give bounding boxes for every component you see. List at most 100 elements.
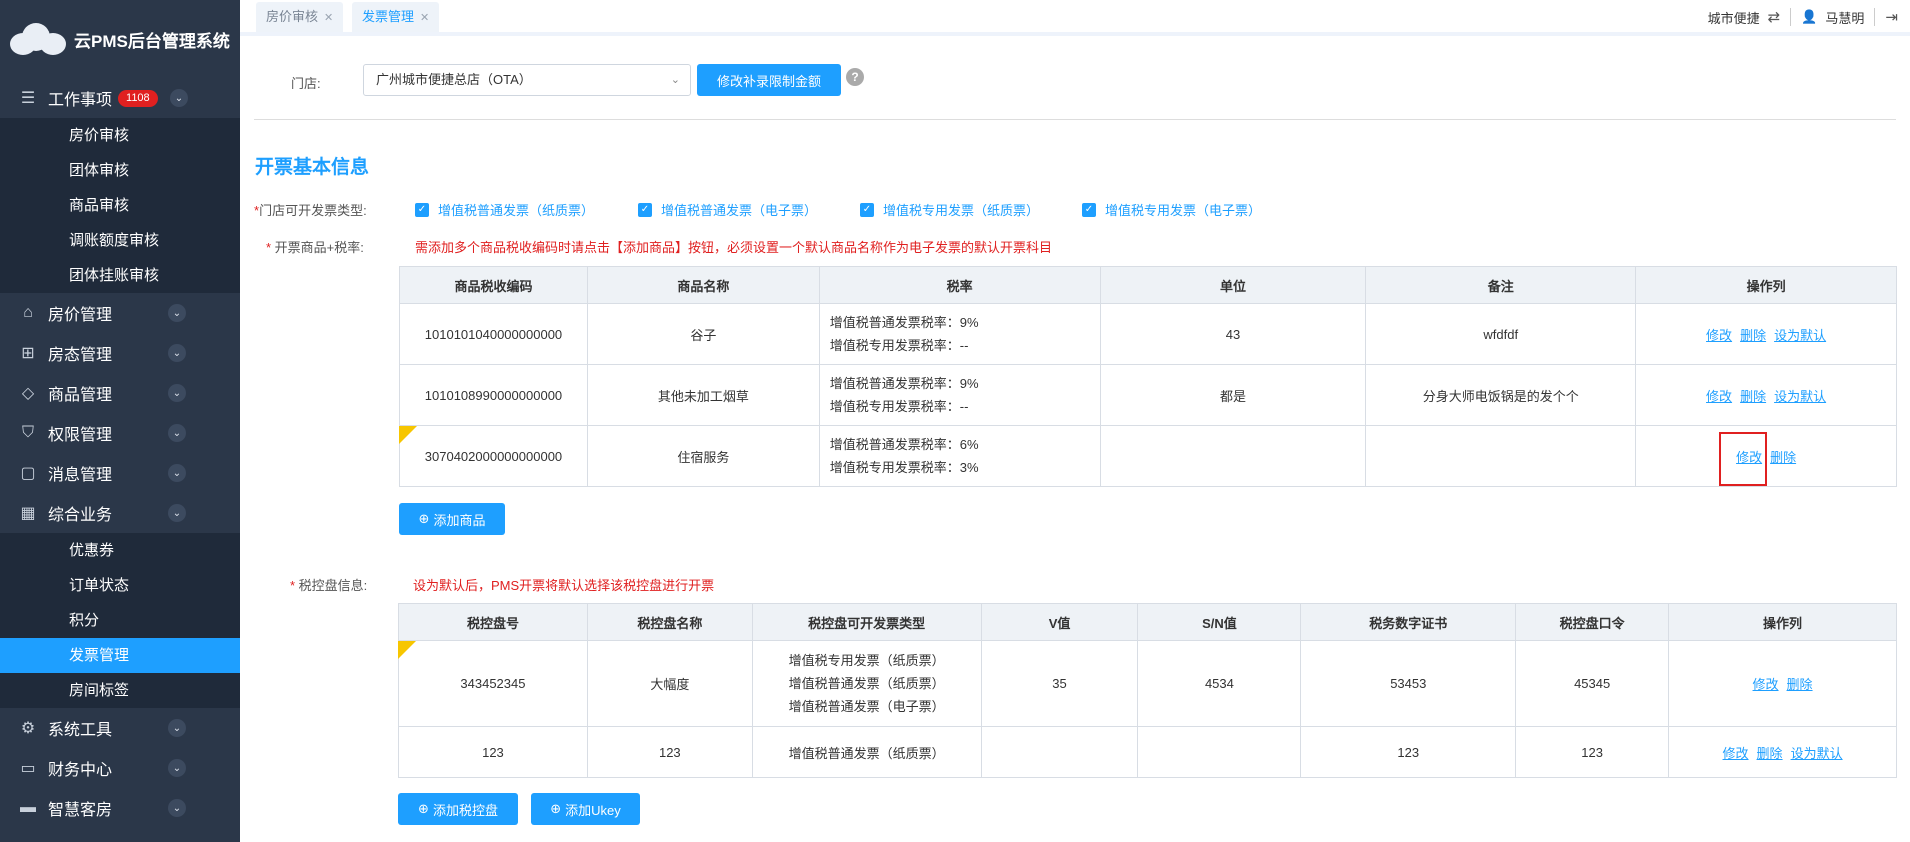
plus-circle-icon: ⊕ <box>418 511 430 526</box>
check-icon: ✓ <box>638 202 652 217</box>
menu-item-points[interactable]: 积分 <box>0 603 240 638</box>
menu-finance[interactable]: ▭ 财务中心 ⌄ <box>0 748 240 788</box>
check-icon: ✓ <box>415 202 429 217</box>
menu-room-status[interactable]: ⊞ 房态管理 ⌄ <box>0 333 240 373</box>
store-bar: 门店: 广州城市便捷总店（OTA） ⌄ 修改补录限制金额 ? <box>254 40 1896 120</box>
store-select[interactable]: 广州城市便捷总店（OTA） ⌄ <box>363 64 691 96</box>
default-marker-icon <box>399 426 417 444</box>
tag-icon: ◇ <box>21 385 35 402</box>
help-icon[interactable]: ? <box>846 68 864 86</box>
chevron-down-icon: ⌄ <box>168 464 186 482</box>
table-row: 1010101040000000000 谷子 增值税普通发票税率：9% 增值税专用发… <box>399 303 1897 365</box>
types-label: *门店可开发票类型: <box>254 203 367 218</box>
chat-icon: ▢ <box>20 465 36 482</box>
sidebar: 云PMS后台管理系统 ☰ 工作事项 1108 ⌄ 房价审核 团体审核 商品审核 … <box>0 0 240 842</box>
menu-permission[interactable]: ⛉ 权限管理 ⌄ <box>0 413 240 453</box>
switch-icon[interactable]: ⇄ <box>1768 8 1781 26</box>
menu-item-invoice[interactable]: 发票管理 <box>0 638 240 673</box>
add-taxdisk-button[interactable]: ⊕ 添加税控盘 <box>398 793 518 825</box>
plus-circle-icon: ⊕ <box>550 801 562 816</box>
main-content: 门店: 广州城市便捷总店（OTA） ⌄ 修改补录限制金额 ? 开票基本信息 *门… <box>240 40 1910 842</box>
tab-price-review[interactable]: 房价审核 ✕ <box>256 2 344 32</box>
chevron-down-icon: ⌄ <box>168 344 186 362</box>
set-default-link[interactable]: 设为默认 <box>1774 328 1826 343</box>
menu-item-order-status[interactable]: 订单状态 <box>0 568 240 603</box>
menu-goods[interactable]: ◇ 商品管理 ⌄ <box>0 373 240 413</box>
close-icon[interactable]: ✕ <box>420 12 429 24</box>
type-checkbox-4[interactable]: ✓ 增值税专用发票（电子票） <box>1082 200 1261 219</box>
menu-item-group-account-review[interactable]: 团体挂账审核 <box>0 258 240 293</box>
chevron-down-icon: ⌄ <box>168 719 186 737</box>
edit-link[interactable]: 修改 <box>1723 746 1749 761</box>
app-title: 云PMS后台管理系统 <box>74 31 230 51</box>
type-checkbox-3[interactable]: ✓ 增值税专用发票（纸质票） <box>860 200 1039 219</box>
user-icon: 👤 <box>1801 9 1818 24</box>
edit-link[interactable]: 修改 <box>1753 677 1779 692</box>
menu-message[interactable]: ▢ 消息管理 ⌄ <box>0 453 240 493</box>
logo: 云PMS后台管理系统 <box>0 0 240 78</box>
set-default-link[interactable]: 设为默认 <box>1774 389 1826 404</box>
goods-label: * 开票商品+税率: <box>266 240 364 255</box>
goods-warning: 需添加多个商品税收编码时请点击【添加商品】按钮，必须设置一个默认商品名称作为电子… <box>415 240 1053 255</box>
menu-work-items[interactable]: ☰ 工作事项 1108 ⌄ <box>0 78 240 118</box>
gear-icon: ⚙ <box>20 720 36 737</box>
delete-link[interactable]: 删除 <box>1757 746 1783 761</box>
type-checkbox-2[interactable]: ✓ 增值税普通发票（电子票） <box>638 200 817 219</box>
menu-item-group-review[interactable]: 团体审核 <box>0 153 240 188</box>
work-items-badge: 1108 <box>118 89 158 107</box>
menu-item-room-tags[interactable]: 房间标签 <box>0 673 240 708</box>
monitor-icon: ▭ <box>20 760 36 777</box>
goods-table-header: 商品税收编码 商品名称 税率 单位 备注 操作列 <box>399 266 1897 304</box>
chevron-down-icon: ⌄ <box>168 424 186 442</box>
menu-system-tools[interactable]: ⚙ 系统工具 ⌄ <box>0 708 240 748</box>
plus-circle-icon: ⊕ <box>418 801 429 816</box>
bed-icon: ▬ <box>20 799 36 816</box>
goods-table: 商品税收编码 商品名称 税率 单位 备注 操作列 1010101040000000000… <box>399 266 1897 487</box>
delete-link[interactable]: 删除 <box>1770 450 1796 465</box>
grid-icon: ▦ <box>20 505 36 522</box>
menu-item-coupon[interactable]: 优惠券 <box>0 533 240 568</box>
chevron-down-icon: ⌄ <box>168 384 186 402</box>
org-chart-icon: ⊞ <box>21 345 35 362</box>
shield-icon: ⛉ <box>21 424 34 441</box>
user-name[interactable]: 马慧明 <box>1825 8 1864 27</box>
set-default-link[interactable]: 设为默认 <box>1791 746 1843 761</box>
menu-item-goods-review[interactable]: 商品审核 <box>0 188 240 223</box>
edit-link[interactable]: 修改 <box>1706 328 1732 343</box>
tab-invoice[interactable]: 发票管理 ✕ <box>352 2 440 32</box>
check-icon: ✓ <box>860 202 874 217</box>
list-icon: ☰ <box>20 90 36 107</box>
taxdisk-label: * 税控盘信息: <box>290 578 368 593</box>
topbar: 房价审核 ✕ 发票管理 ✕ 城市便捷 ⇄ 👤 马慧明 ⇥ <box>240 0 1910 36</box>
menu-smart-room[interactable]: ▬ 智慧客房 ⌄ <box>0 788 240 828</box>
add-goods-button[interactable]: ⊕ 添加商品 <box>399 503 505 535</box>
delete-link[interactable]: 删除 <box>1740 328 1766 343</box>
menu-item-adjust-review[interactable]: 调账额度审核 <box>0 223 240 258</box>
menu-item-price-review[interactable]: 房价审核 <box>0 118 240 153</box>
logout-icon[interactable]: ⇥ <box>1885 8 1898 26</box>
chevron-down-icon: ⌄ <box>670 74 680 86</box>
submenu-business: 优惠券 订单状态 积分 发票管理 房间标签 <box>0 533 240 708</box>
highlight-box <box>1719 432 1767 486</box>
menu-price[interactable]: ⌂ 房价管理 ⌄ <box>0 293 240 333</box>
type-checkbox-1[interactable]: ✓ 增值税普通发票（纸质票） <box>415 200 594 219</box>
close-icon[interactable]: ✕ <box>324 12 333 24</box>
taxdisk-table: 税控盘号 税控盘名称 税控盘可开发票类型 V值 S/N值 税务数字证书 税控盘口令 操作列 … <box>398 603 1897 778</box>
delete-link[interactable]: 删除 <box>1740 389 1766 404</box>
chevron-down-icon: ⌄ <box>168 799 186 817</box>
menu-business[interactable]: ▦ 综合业务 ⌄ <box>0 493 240 533</box>
submenu-work-items: 房价审核 团体审核 商品审核 调账额度审核 团体挂账审核 <box>0 118 240 293</box>
check-icon: ✓ <box>1082 202 1096 217</box>
section-title: 开票基本信息 <box>255 157 370 178</box>
modify-limit-button[interactable]: 修改补录限制金额 <box>697 64 841 96</box>
edit-link[interactable]: 修改 <box>1706 389 1732 404</box>
add-ukey-button[interactable]: ⊕ 添加Ukey <box>531 793 640 825</box>
table-row: 123 123 增值税普通发票（纸质票） 123 123 修改 删除 设为默认 <box>398 726 1897 778</box>
chevron-down-icon: ⌄ <box>168 504 186 522</box>
delete-link[interactable]: 删除 <box>1787 677 1813 692</box>
table-row: 343452345 大幅度 增值税专用发票（纸质票） 增值税普通发票（纸质票） 增值税… <box>398 640 1897 727</box>
chevron-down-icon: ⌄ <box>168 304 186 322</box>
taxdisk-table-header: 税控盘号 税控盘名称 税控盘可开发票类型 V值 S/N值 税务数字证书 税控盘口令 操作列 <box>398 603 1897 641</box>
house-icon: ⌂ <box>23 304 33 321</box>
default-marker-icon <box>398 641 416 659</box>
